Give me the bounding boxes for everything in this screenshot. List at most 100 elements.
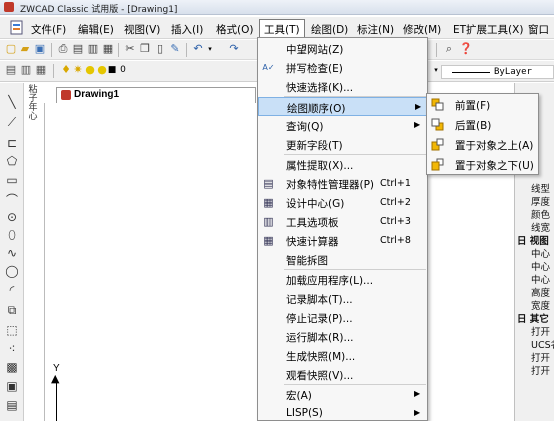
cut-icon[interactable]: ✂ [124, 43, 136, 55]
design-center-icon: ▦ [263, 196, 274, 209]
tools-menu-item-label: 运行脚本(R)... [286, 332, 354, 344]
line-tool-icon[interactable]: ╲ [5, 95, 19, 109]
window-title: ZWCAD Classic 试用版 - [Drawing1] [20, 5, 178, 15]
tools-menu-item[interactable]: A✓ 拼写检查(E) [258, 58, 427, 77]
zoom-icon[interactable]: ⌕ [443, 43, 455, 55]
redo-icon[interactable]: ↷ [228, 43, 240, 55]
submenu-arrow-icon: ▶ [414, 389, 421, 398]
send-to-back-icon [431, 118, 444, 131]
toolbar-separator [186, 43, 187, 57]
spline-tool-icon[interactable]: ∿ [5, 246, 19, 260]
submenu-arrow-icon: ▶ [414, 408, 421, 417]
document-icon[interactable] [9, 20, 25, 35]
help-icon[interactable]: ❓ [459, 43, 473, 55]
print-icon[interactable]: ⎙ [57, 43, 69, 55]
ellipse-arc-tool-icon[interactable]: ◜ [5, 283, 19, 297]
rectangle-tool-icon[interactable]: ▭ [5, 173, 19, 187]
menu-format[interactable]: 格式(O) [216, 22, 253, 37]
tools-menu-item[interactable]: ▦ 快速计算器 Ctrl+8 [258, 231, 427, 250]
undo-icon[interactable]: ↶ [192, 43, 204, 55]
submenu-arrow-icon: ▶ [414, 120, 421, 129]
menu-draw[interactable]: 绘图(D) [311, 22, 348, 37]
menu-et-tools[interactable]: ET扩展工具(X) [453, 22, 523, 37]
point-tool-icon[interactable]: ⁖ [5, 342, 19, 356]
layer-on-bulb-icon[interactable]: ♦ [60, 64, 72, 76]
tools-menu-item[interactable]: ▦ 设计中心(G) Ctrl+2 [258, 193, 427, 212]
tools-menu-item[interactable]: 更新字段(T) [258, 135, 427, 154]
tools-menu-item[interactable]: 运行脚本(R)... [258, 327, 427, 346]
tools-menu-item-label: 宏(A) [286, 390, 312, 402]
open-folder-icon[interactable]: ▰ [19, 43, 31, 55]
tools-menu-item[interactable]: 查询(Q) ▶ [258, 116, 427, 135]
menu-modify[interactable]: 修改(M) [403, 22, 441, 37]
tools-menu-item[interactable]: 智能拆图 [258, 250, 427, 269]
region-tool-icon[interactable]: ▣ [5, 379, 19, 393]
polyline-tool-icon[interactable]: ⊏ [5, 136, 19, 150]
arc-tool-icon[interactable]: ⌒ [5, 193, 19, 207]
tools-menu-item[interactable]: 记录脚本(T)... [258, 289, 427, 308]
tools-menu-item[interactable]: 属性提取(X)... [258, 155, 427, 174]
tools-menu: 中望网站(Z) A✓ 拼写检查(E) 快速选择(K)... 绘图顺序(O) ▶ 查询(Q) ▶… [257, 37, 428, 421]
circle-tool-icon[interactable]: ⊙ [5, 210, 19, 224]
tools-menu-item-label: 中望网站(Z) [286, 44, 344, 56]
hatch-tool-icon[interactable]: ▩ [5, 360, 19, 374]
make-block-tool-icon[interactable]: ⬚ [5, 323, 19, 337]
draworder-menu-item-label: 后置(B) [455, 120, 492, 132]
linetype-select[interactable]: ByLayer [441, 65, 554, 79]
publish-icon[interactable]: ▥ [87, 43, 99, 55]
draworder-menu-item[interactable]: 置于对象之下(U) [427, 155, 538, 174]
document-tab[interactable]: Drawing1 [56, 87, 256, 103]
properties-icon: ▤ [263, 177, 274, 190]
draworder-menu-item[interactable]: 置于对象之上(A) [427, 135, 538, 154]
ellipse-tool-icon[interactable]: ◯ [5, 264, 19, 278]
new-file-icon[interactable]: ▢ [5, 43, 17, 55]
plot-preview-icon[interactable]: ▤ [72, 43, 84, 55]
tools-menu-item-label: LISP(S) [286, 407, 323, 419]
menu-dimension[interactable]: 标注(N) [357, 22, 394, 37]
menu-tools[interactable]: 工具(T) [259, 19, 305, 37]
menu-window[interactable]: 窗口 [528, 22, 549, 37]
layer-manager-icon[interactable]: ▤ [5, 64, 17, 76]
paste-icon[interactable]: ▯ [154, 43, 166, 55]
layer-previous-icon[interactable]: ▦ [35, 64, 47, 76]
linetype-preview [452, 72, 490, 73]
match-properties-icon[interactable]: ✎ [169, 43, 181, 55]
export-icon[interactable]: ▦ [102, 43, 114, 55]
save-icon[interactable]: ▣ [34, 43, 46, 55]
insert-block-tool-icon[interactable]: ⧉ [5, 303, 19, 317]
tools-menu-item[interactable]: 加载应用程序(L)... [258, 270, 427, 289]
polygon-tool-icon[interactable]: ⬠ [5, 154, 19, 168]
menu-edit[interactable]: 编辑(E) [78, 22, 114, 37]
layer-name-value[interactable]: 0 [118, 64, 128, 76]
tools-menu-item[interactable]: 快速选择(K)... [258, 77, 427, 96]
copy-icon[interactable]: ❐ [139, 43, 151, 55]
tools-menu-item-label: 属性提取(X)... [286, 160, 354, 172]
tools-menu-item[interactable]: 宏(A) ▶ [258, 385, 427, 404]
draworder-menu-item[interactable]: 前置(F) [427, 95, 538, 114]
tools-menu-item[interactable]: 生成快照(M)... [258, 346, 427, 365]
layer-state-icon[interactable]: ▥ [20, 64, 32, 76]
tools-menu-item[interactable]: 停止记录(P)... [258, 308, 427, 327]
properties-section-header[interactable]: 日 其它 [517, 311, 549, 325]
draworder-menu-item[interactable]: 后置(B) [427, 115, 538, 134]
undo-dropdown-icon[interactable]: ▾ [204, 43, 216, 55]
tools-menu-item[interactable]: 中望网站(Z) [258, 39, 427, 58]
title-bar: ZWCAD Classic 试用版 - [Drawing1] [0, 0, 554, 15]
tools-menu-item[interactable]: ▤ 对象特性管理器(P) Ctrl+1 [258, 174, 427, 193]
tools-menu-item[interactable]: ▥ 工具选项板 Ctrl+3 [258, 212, 427, 231]
tools-menu-item-label: 设计中心(G) [286, 198, 345, 210]
tools-menu-item[interactable]: 绘图顺序(O) ▶ [258, 97, 427, 116]
layer-freeze-icon[interactable]: ✷ [72, 64, 84, 76]
tools-menu-item[interactable]: LISP(S) ▶ [258, 404, 427, 421]
menu-insert[interactable]: 插入(I) [171, 22, 203, 37]
table-tool-icon[interactable]: ▤ [5, 398, 19, 412]
menu-view[interactable]: 视图(V) [124, 22, 160, 37]
layer-lock-icon[interactable]: ● [84, 64, 96, 76]
xline-tool-icon[interactable]: ⟋ [5, 115, 19, 129]
revcloud-tool-icon[interactable]: ⬯ [5, 228, 19, 242]
tools-menu-item[interactable]: 观看快照(V)... [258, 365, 427, 384]
toolbar-separator [53, 64, 54, 78]
menu-file[interactable]: 文件(F) [31, 22, 66, 37]
properties-section-header[interactable]: 日 视图 [517, 233, 549, 247]
ucs-y-axis [56, 379, 57, 421]
